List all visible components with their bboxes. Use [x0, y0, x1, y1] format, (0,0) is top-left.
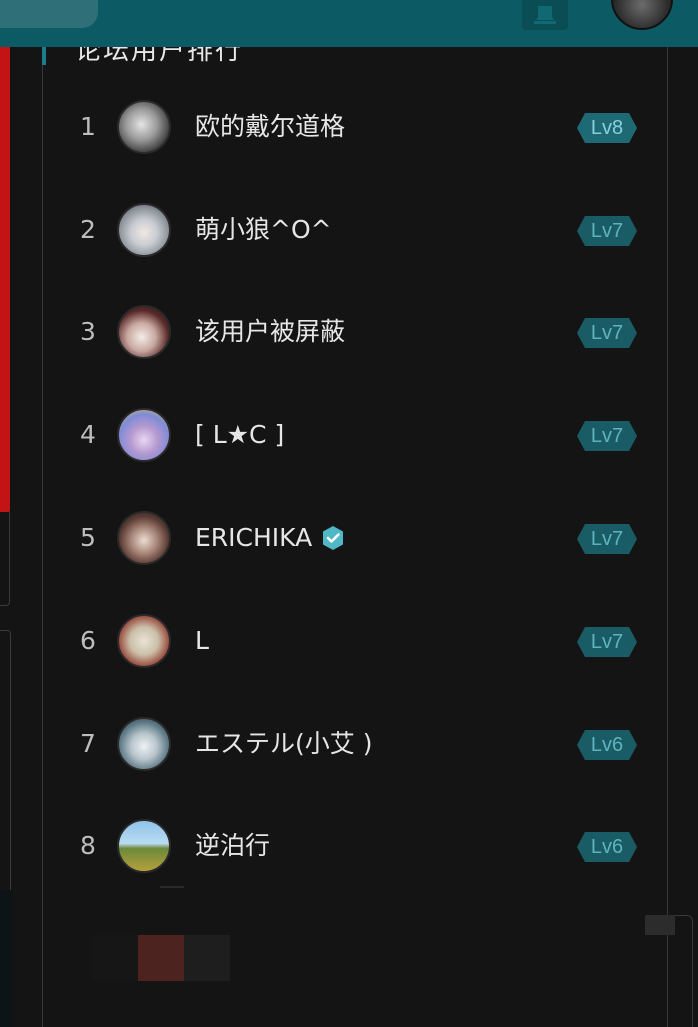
- thumbnail-tile[interactable]: [92, 935, 138, 981]
- top-header-bar: [0, 0, 698, 47]
- verified-check-icon: [323, 526, 344, 550]
- level-badge: Lv7: [577, 421, 637, 451]
- thumbnail-tile[interactable]: [138, 935, 184, 981]
- level-badge: Lv7: [577, 216, 637, 246]
- search-icon[interactable]: [0, 0, 98, 28]
- username[interactable]: エステル(小艾 ): [195, 704, 372, 784]
- ranking-row[interactable]: 8 逆泊行 Lv6: [60, 806, 650, 886]
- ranking-row[interactable]: 4 [ L★C ] Lv7: [60, 395, 650, 475]
- bell-icon[interactable]: [522, 0, 568, 30]
- ranking-row[interactable]: 6 L Lv7: [60, 601, 650, 681]
- username-text: L: [195, 626, 209, 655]
- bell-icon-svg: [534, 6, 556, 24]
- rank-number: 7: [80, 729, 96, 758]
- username[interactable]: 逆泊行: [195, 806, 270, 886]
- ranking-row[interactable]: 3 该用户被屏蔽 Lv7: [60, 292, 650, 372]
- panel-title-accent: [42, 47, 46, 65]
- level-badge: Lv7: [577, 524, 637, 554]
- level-badge: Lv8: [577, 113, 637, 143]
- username-text: 该用户被屏蔽: [195, 317, 346, 346]
- side-card-corner: [645, 915, 675, 935]
- level-badge: Lv6: [577, 832, 637, 862]
- hat-girl-avatar[interactable]: [117, 305, 171, 359]
- left-card-edge: [0, 510, 10, 606]
- brown-hair-girl-avatar[interactable]: [117, 511, 171, 565]
- username-text: エステル(小艾 ): [195, 729, 373, 758]
- rank-number: 4: [80, 420, 96, 449]
- ranking-row[interactable]: 7 エステル(小艾 ) Lv6: [60, 704, 650, 784]
- rank-number: 8: [80, 831, 96, 860]
- username-text: ERICHIKA: [195, 523, 313, 552]
- white-hair-girl-avatar[interactable]: [117, 717, 171, 771]
- gothic-l-letter-avatar[interactable]: [117, 614, 171, 668]
- username[interactable]: L: [195, 601, 209, 681]
- silver-hair-girl-avatar[interactable]: [117, 203, 171, 257]
- left-dark-block: [0, 890, 12, 1027]
- username[interactable]: ERICHIKA: [195, 498, 346, 578]
- user-avatar-icon[interactable]: [611, 0, 673, 30]
- left-banner-strip: [0, 47, 10, 512]
- username-text: 欧的戴尔道格: [195, 112, 346, 141]
- username[interactable]: [ L★C ]: [195, 395, 284, 475]
- divider: [160, 886, 184, 888]
- username-text: 逆泊行: [195, 831, 271, 860]
- username[interactable]: 萌小狼^O^: [195, 190, 332, 270]
- rank-number: 3: [80, 317, 96, 346]
- rank-number: 5: [80, 523, 96, 552]
- username-text: 萌小狼^O^: [195, 215, 332, 244]
- rank-number: 6: [80, 626, 96, 655]
- ranking-row[interactable]: 5 ERICHIKA Lv7: [60, 498, 650, 578]
- level-badge: Lv7: [577, 627, 637, 657]
- rank-number: 1: [80, 112, 96, 141]
- username[interactable]: 欧的戴尔道格: [195, 87, 345, 167]
- left-card-edge-lower: [0, 630, 11, 890]
- app-root: 论坛用户排行 1 欧的戴尔道格 Lv8 2 萌小狼^O^ Lv7 3 该用户被屏蔽 Lv7 4[ …: [0, 0, 698, 1027]
- sunflower-girl-avatar[interactable]: [117, 408, 171, 462]
- rank-number: 2: [80, 215, 96, 244]
- username-text: [ L★C ]: [195, 420, 285, 449]
- username[interactable]: 该用户被屏蔽: [195, 292, 345, 372]
- level-badge: Lv6: [577, 730, 637, 760]
- landscape-field-avatar[interactable]: [117, 819, 171, 873]
- thumbnail-tile[interactable]: [184, 935, 230, 981]
- ranking-row[interactable]: 1 欧的戴尔道格 Lv8: [60, 87, 650, 167]
- gray-chibi-avatar[interactable]: [117, 100, 171, 154]
- ranking-row[interactable]: 2 萌小狼^O^ Lv7: [60, 190, 650, 270]
- level-badge: Lv7: [577, 318, 637, 348]
